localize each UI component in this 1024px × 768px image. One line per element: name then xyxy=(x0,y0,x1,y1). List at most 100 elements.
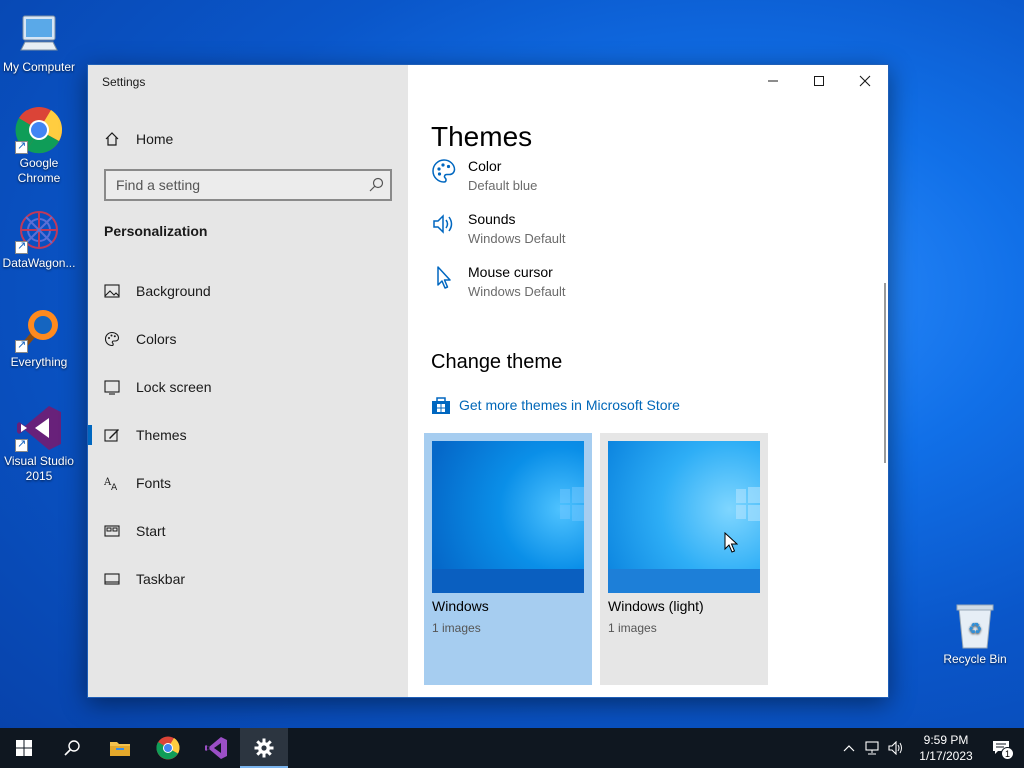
option-label: Mouse cursor xyxy=(468,264,553,280)
shortcut-arrow-icon xyxy=(15,437,28,452)
desktop-icon-label: DataWagon... xyxy=(2,256,76,270)
store-bag-icon xyxy=(431,395,451,415)
option-label: Color xyxy=(468,158,502,174)
nav-item-fonts[interactable]: AA Fonts xyxy=(88,461,408,505)
theme-tile-windows[interactable]: Windows 1 images xyxy=(424,433,592,685)
start-button[interactable] xyxy=(0,728,48,768)
shortcut-arrow-icon xyxy=(15,338,28,353)
theme-thumbnail xyxy=(608,441,760,593)
visual-studio-icon xyxy=(15,404,63,452)
mouse-pointer-icon xyxy=(724,531,739,557)
desktop-icon-datawagon[interactable]: DataWagon... xyxy=(0,206,78,271)
option-mouse-cursor[interactable]: Mouse cursor Windows Default xyxy=(431,263,566,301)
nav-item-label: Background xyxy=(136,283,211,299)
themes-content-pane: Themes Color Default blue Sounds Windows… xyxy=(408,65,888,697)
maximize-button[interactable] xyxy=(796,65,842,97)
home-icon xyxy=(104,131,120,147)
notification-count-badge: 1 xyxy=(1001,747,1014,760)
nav-home[interactable]: Home xyxy=(104,129,173,149)
palette-icon xyxy=(431,158,457,184)
settings-window: Settings Home Personalization Background xyxy=(87,64,889,698)
desktop-icon-visual-studio[interactable]: Visual Studio 2015 xyxy=(0,404,78,484)
minimize-icon xyxy=(768,80,778,82)
content-scrollbar[interactable] xyxy=(884,283,886,463)
search-icon[interactable] xyxy=(368,177,384,196)
volume-icon[interactable] xyxy=(884,741,908,755)
option-value: Windows Default xyxy=(468,284,566,299)
recycle-bin-icon: ♻ xyxy=(951,602,999,650)
nav-item-background[interactable]: Background xyxy=(88,269,408,313)
microsoft-store-link[interactable]: Get more themes in Microsoft Store xyxy=(431,395,680,415)
taskbar-visual-studio[interactable] xyxy=(192,728,240,768)
chrome-icon xyxy=(15,106,63,154)
chrome-icon xyxy=(156,736,180,760)
window-controls xyxy=(750,65,888,97)
desktop-icon-google-chrome[interactable]: Google Chrome xyxy=(0,106,78,186)
speaker-icon xyxy=(431,211,457,237)
windows-start-icon xyxy=(16,740,32,756)
fonts-icon: AA xyxy=(104,475,120,491)
visual-studio-icon xyxy=(205,737,227,759)
settings-gear-icon xyxy=(254,738,274,758)
search-icon xyxy=(64,740,80,756)
shortcut-arrow-icon xyxy=(15,239,28,254)
option-sounds[interactable]: Sounds Windows Default xyxy=(431,210,566,248)
taskbar: 9:59 PM 1/17/2023 1 xyxy=(0,728,1024,768)
desktop-icon-my-computer[interactable]: My Computer xyxy=(0,10,78,75)
theme-image-count: 1 images xyxy=(608,621,657,635)
computer-icon xyxy=(15,10,63,58)
nav-item-themes[interactable]: Themes xyxy=(88,413,408,457)
taskbar-settings[interactable] xyxy=(240,728,288,768)
change-theme-heading: Change theme xyxy=(431,351,563,373)
network-icon[interactable] xyxy=(860,741,884,755)
desktop-icon-everything[interactable]: Everything xyxy=(0,305,78,370)
palette-icon xyxy=(104,331,120,347)
desktop-icon-label: Visual Studio 2015 xyxy=(4,454,74,483)
nav-item-taskbar[interactable]: Taskbar xyxy=(88,557,408,601)
picture-icon xyxy=(104,283,120,299)
close-icon xyxy=(859,75,871,87)
desktop-icon-label: Everything xyxy=(10,355,68,369)
desktop-icon-recycle-bin[interactable]: ♻ Recycle Bin xyxy=(936,602,1014,667)
nav-item-label: Themes xyxy=(136,427,187,443)
theme-tile-windows-light[interactable]: Windows (light) 1 images xyxy=(600,433,768,685)
clock-date: 1/17/2023 xyxy=(919,749,973,763)
minimize-button[interactable] xyxy=(750,65,796,97)
nav-item-label: Colors xyxy=(136,331,177,347)
nav-item-label: Taskbar xyxy=(136,571,186,587)
option-value: Windows Default xyxy=(468,231,566,246)
theme-name: Windows (light) xyxy=(608,598,704,614)
store-link-label: Get more themes in Microsoft Store xyxy=(459,397,680,413)
taskbar-chrome[interactable] xyxy=(144,728,192,768)
search-input[interactable] xyxy=(106,171,356,199)
svg-text:A: A xyxy=(111,483,118,491)
theme-image-count: 1 images xyxy=(432,621,481,635)
nav-home-label: Home xyxy=(136,131,174,147)
desktop-icon-label: Google Chrome xyxy=(17,156,61,185)
show-hidden-icons-chevron-icon[interactable] xyxy=(838,744,860,752)
nav-item-label: Lock screen xyxy=(136,379,212,395)
nav-item-label: Start xyxy=(136,523,166,539)
theme-thumbnail xyxy=(432,441,584,593)
datawagon-icon xyxy=(15,206,63,254)
nav-item-start[interactable]: Start xyxy=(88,509,408,553)
option-value: Default blue xyxy=(468,178,538,193)
lock-screen-icon xyxy=(104,379,120,395)
system-tray: 9:59 PM 1/17/2023 1 xyxy=(838,728,1024,768)
taskbar-file-explorer[interactable] xyxy=(96,728,144,768)
window-title: Settings xyxy=(102,75,146,89)
option-color[interactable]: Color Default blue xyxy=(431,157,537,195)
close-button[interactable] xyxy=(842,65,888,97)
nav-item-lock-screen[interactable]: Lock screen xyxy=(88,365,408,409)
desktop-icon-label: My Computer xyxy=(2,60,76,74)
clock-time: 9:59 PM xyxy=(923,733,969,747)
taskbar-search-button[interactable] xyxy=(48,728,96,768)
svg-text:♻: ♻ xyxy=(968,621,982,638)
nav-item-colors[interactable]: Colors xyxy=(88,317,408,361)
action-center-button[interactable]: 1 xyxy=(978,728,1024,768)
maximize-icon xyxy=(814,76,824,86)
find-setting-search-box[interactable] xyxy=(104,169,392,201)
themes-icon xyxy=(104,427,120,443)
taskbar-clock[interactable]: 9:59 PM 1/17/2023 xyxy=(914,732,978,764)
start-icon xyxy=(104,523,120,539)
